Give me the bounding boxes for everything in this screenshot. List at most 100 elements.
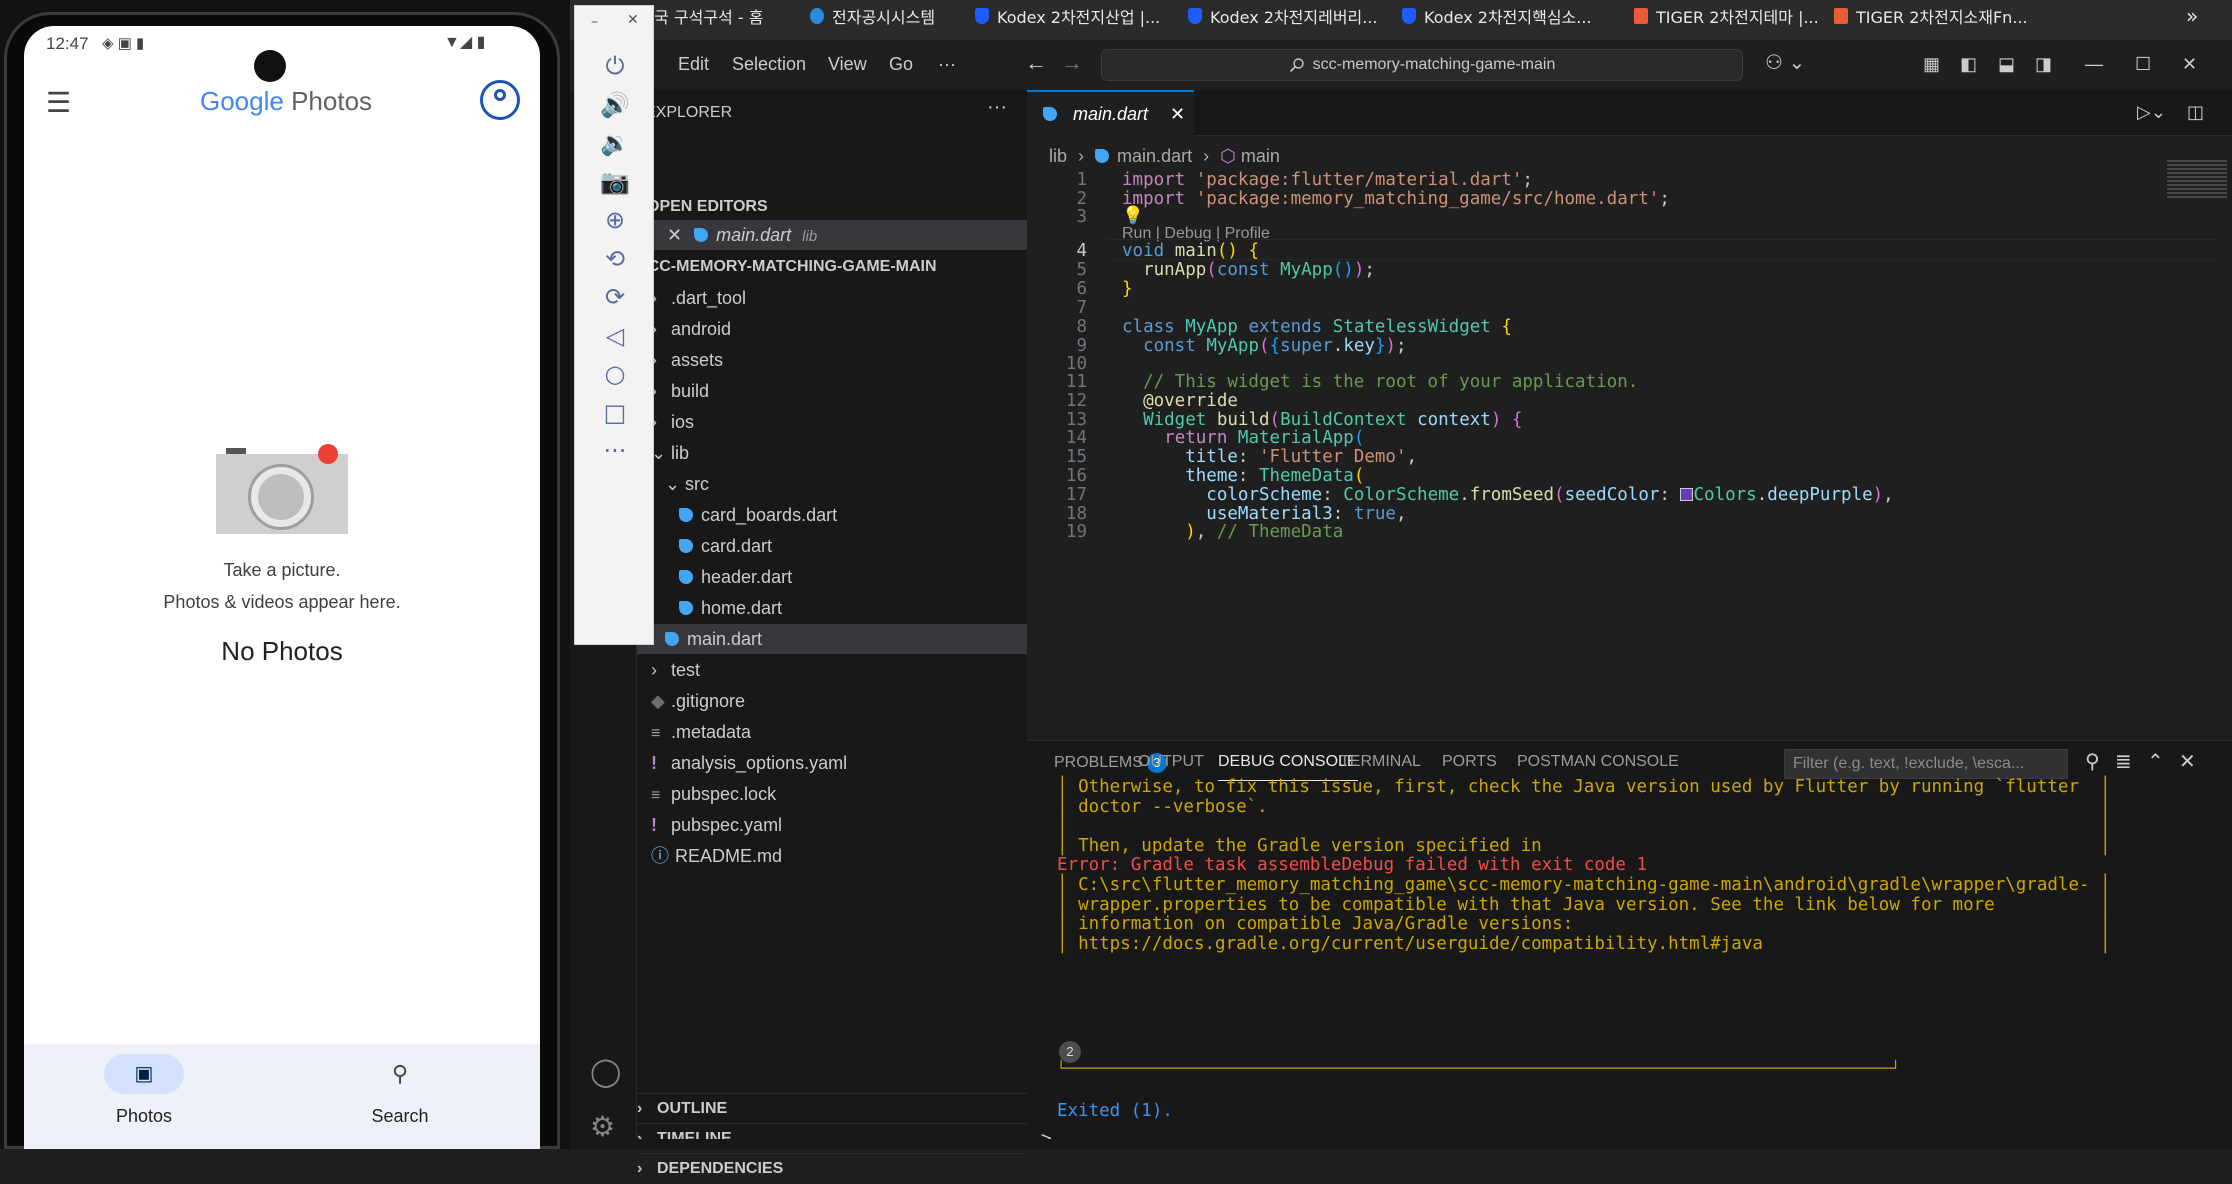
rotate-left-icon[interactable]: ⟲ [589, 239, 641, 279]
tab-terminal[interactable]: TERMINAL [1340, 753, 1421, 771]
tab-debug-console[interactable]: DEBUG CONSOLE [1218, 753, 1358, 781]
file-tree-item[interactable]: › build [637, 376, 1027, 406]
nav-back-icon[interactable]: ← [1025, 50, 1047, 76]
bookmarks-overflow-button[interactable]: » [2186, 4, 2198, 28]
camera-icon[interactable]: 📷 [589, 162, 641, 202]
file-tree-item[interactable]: home.dart [637, 593, 1027, 623]
breadcrumb-file[interactable]: main.dart [1117, 146, 1192, 166]
vscode-window: Edit Selection View Go ··· ← → scc-memor… [570, 40, 2232, 1177]
bookmark-item[interactable]: Kodex 2차전지산업 |... [975, 4, 1160, 28]
editor-area: main.dart ✕ ▷⌄ ◫ lib › main.dart › ⬡ mai… [1027, 90, 2232, 740]
file-tree-item[interactable]: › assets [637, 345, 1027, 375]
file-tree-label: .dart_tool [671, 288, 747, 308]
tab-postman-console[interactable]: POSTMAN CONSOLE [1517, 753, 1679, 771]
minimize-icon[interactable]: — [2085, 54, 2103, 75]
file-tree-item[interactable]: › .dart_tool [637, 283, 1027, 313]
close-tab-icon[interactable]: ✕ [1170, 104, 1185, 125]
bookmark-item[interactable]: TIGER 2차전지테마 |... [1634, 4, 1819, 28]
toggle-panel-icon[interactable]: ⬓ [1998, 54, 2015, 75]
explorer-more-icon[interactable]: ··· [987, 96, 1007, 119]
line-number: 7 [1076, 298, 1087, 318]
file-tree-item[interactable]: ⓘ README.md [637, 841, 1027, 871]
bookmark-item[interactable]: Kodex 2차전지레버리... [1188, 4, 1378, 28]
file-tree-label: test [671, 660, 701, 680]
emulator-close-icon[interactable]: ✕ [627, 12, 639, 28]
open-editor-item[interactable]: ✕ main.dart lib [637, 220, 1027, 250]
volume-down-icon[interactable]: 🔉 [589, 123, 641, 163]
lightbulb-icon[interactable]: 💡 [1122, 206, 1144, 226]
volume-up-icon[interactable]: 🔊 [589, 85, 641, 125]
minimap[interactable] [2167, 160, 2227, 200]
home-icon[interactable]: ○ [589, 354, 641, 394]
close-panel-icon[interactable]: ✕ [2179, 749, 2196, 773]
file-tree-item[interactable]: ◆ .gitignore [637, 686, 1027, 716]
clear-console-icon[interactable]: ≣ [2115, 749, 2132, 773]
line-number: 15 [1065, 447, 1087, 467]
file-tree-item[interactable]: ! analysis_options.yaml [637, 748, 1027, 778]
dependencies-section[interactable]: › DEPENDENCIES [637, 1153, 1027, 1183]
menu-icon[interactable]: ☰ [46, 86, 71, 119]
file-tree-item[interactable]: ! pubspec.yaml [637, 810, 1027, 840]
menu-go[interactable]: Go [889, 54, 913, 75]
line-number: 11 [1065, 372, 1087, 392]
file-tree-item[interactable]: main.dart [637, 624, 1027, 654]
account-icon[interactable] [480, 80, 520, 120]
bookmark-item[interactable]: TIGER 2차전지소재Fn... [1834, 4, 2028, 28]
nav-photos[interactable]: ▣ Photos [104, 1054, 184, 1134]
code-editor[interactable]: 1 2 3 4 5 6 7 8 9 10 11 12 13 14 15 16 17 18 19 import 'pa… [1027, 160, 2232, 740]
bookmark-item[interactable]: Kodex 2차전지핵심소... [1402, 4, 1592, 28]
file-tree-label: card_boards.dart [701, 505, 838, 525]
more-icon[interactable]: ··· [589, 431, 641, 471]
file-tree-item[interactable]: ⌄ src [637, 469, 1027, 499]
file-tree-item[interactable]: › test [637, 655, 1027, 685]
command-center-search[interactable]: scc-memory-matching-game-main [1101, 49, 1743, 81]
close-window-icon[interactable]: ✕ [2182, 54, 2197, 75]
filter-icon[interactable]: ⚲ [2085, 749, 2100, 773]
account-icon[interactable]: ◯ [590, 1055, 621, 1088]
code-line: return MaterialApp( [1164, 428, 1365, 448]
run-debug-icon[interactable]: ▷⌄ [2137, 102, 2166, 123]
maximize-panel-icon[interactable]: ⌃ [2147, 749, 2164, 773]
file-tree-item[interactable]: ≡ .metadata [637, 717, 1027, 747]
project-folder-header[interactable]: SCC-MEMORY-MATCHING-GAME-MAIN [637, 252, 1027, 282]
color-swatch[interactable] [1680, 488, 1694, 501]
split-editor-icon[interactable]: ◫ [2187, 102, 2204, 123]
breadcrumb-symbol[interactable]: main [1241, 146, 1280, 166]
bookmark-item[interactable]: 전자공시시스템 [810, 4, 935, 28]
power-icon[interactable]: ⏻ [589, 46, 641, 86]
file-tree-item[interactable]: › ios [637, 407, 1027, 437]
emulator-minimize-icon[interactable]: – [591, 14, 598, 30]
file-tree-item[interactable]: ≡ pubspec.lock [637, 779, 1027, 809]
outline-section[interactable]: › OUTLINE [637, 1093, 1027, 1123]
maximize-icon[interactable]: ☐ [2135, 54, 2151, 75]
menu-edit[interactable]: Edit [678, 54, 709, 75]
overview-icon[interactable]: □ [589, 393, 641, 433]
menu-view[interactable]: View [828, 54, 867, 75]
tab-main-dart[interactable]: main.dart ✕ [1027, 90, 1194, 136]
rotate-right-icon[interactable]: ⟳ [589, 277, 641, 317]
nav-forward-icon[interactable]: → [1061, 50, 1083, 76]
exit-message: Exited (1). [1057, 1101, 1173, 1121]
tab-output[interactable]: OUTPUT [1138, 753, 1204, 771]
file-tree-item[interactable]: › android [637, 314, 1027, 344]
file-tree-item[interactable]: card.dart [637, 531, 1027, 561]
debug-console-filter-input[interactable]: Filter (e.g. text, !exclude, \esca... [1784, 749, 2068, 779]
tab-ports[interactable]: PORTS [1442, 753, 1497, 771]
customize-layout-icon[interactable]: ▦ [1923, 54, 1940, 75]
breadcrumb-folder[interactable]: lib [1049, 146, 1067, 166]
menu-selection[interactable]: Selection [732, 54, 806, 75]
copilot-icon[interactable]: ⚇ ⌄ [1765, 50, 1805, 75]
back-icon[interactable]: ◁ [589, 316, 641, 356]
file-tree-item[interactable]: ⌄ lib [637, 438, 1027, 468]
file-tree-item[interactable]: header.dart [637, 562, 1027, 592]
dart-file-icon [679, 601, 693, 615]
toggle-primary-sidebar-icon[interactable]: ◧ [1960, 54, 1977, 75]
line-number: 3 [1076, 207, 1087, 227]
close-icon[interactable]: ✕ [667, 225, 682, 245]
file-tree-item[interactable]: card_boards.dart [637, 500, 1027, 530]
menu-more[interactable]: ··· [938, 54, 956, 75]
toggle-secondary-sidebar-icon[interactable]: ◨ [2035, 54, 2052, 75]
open-editors-header[interactable]: OPEN EDITORS [637, 192, 1027, 222]
zoom-icon[interactable]: ⊕ [589, 200, 641, 240]
nav-search[interactable]: ⚲ Search [360, 1054, 440, 1134]
